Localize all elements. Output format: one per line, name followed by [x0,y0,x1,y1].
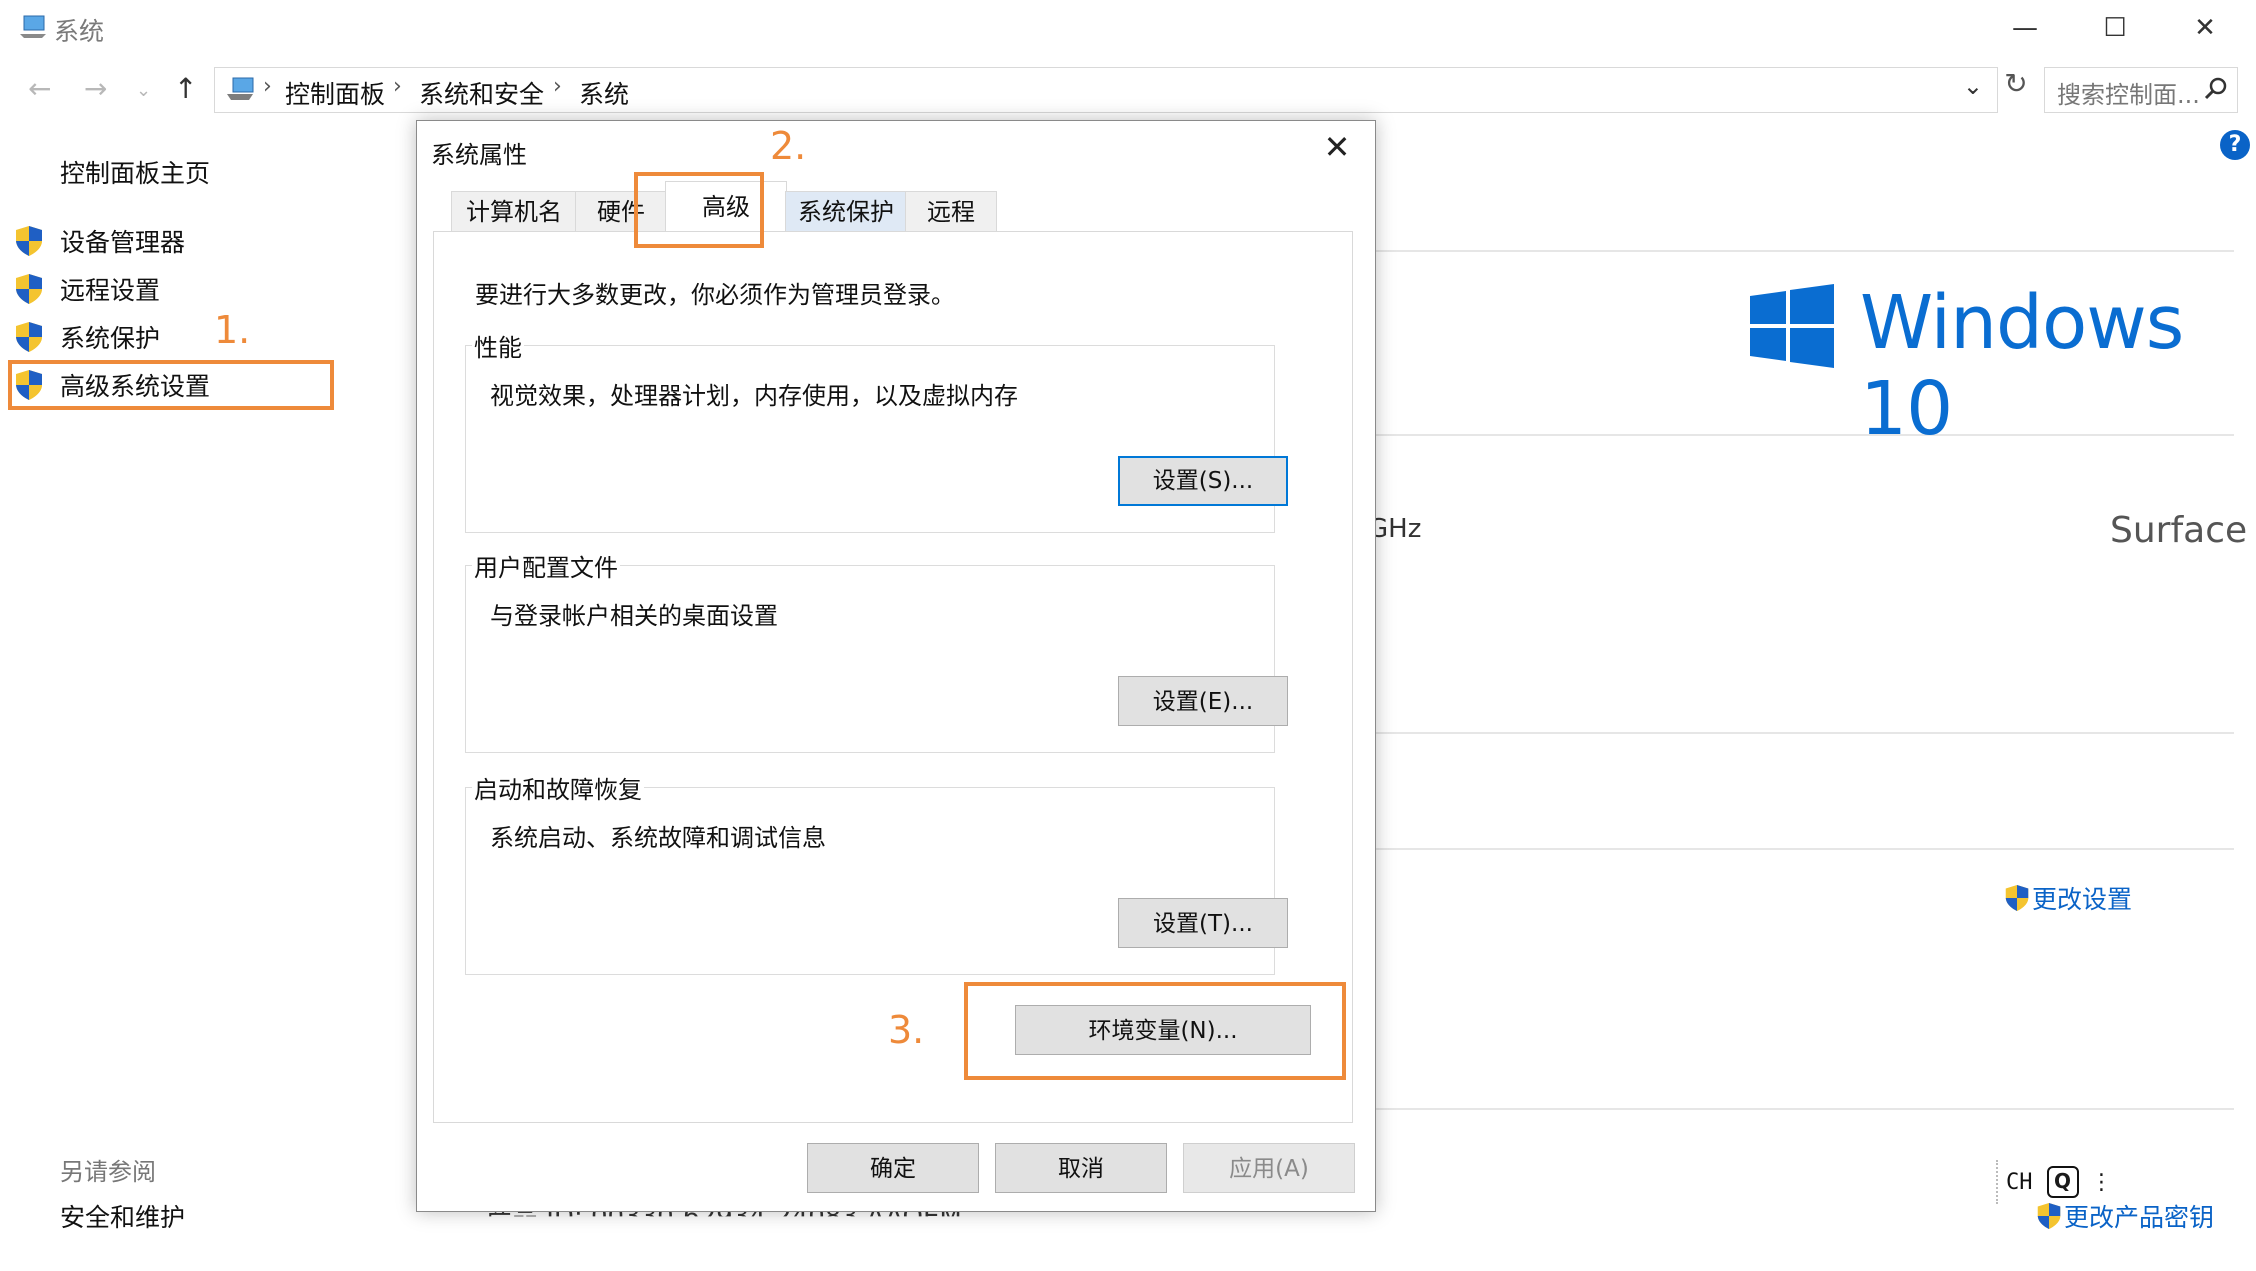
dialog-title: 系统属性 [431,141,527,169]
ime-language-indicator[interactable]: CH [2006,1170,2033,1195]
uac-shield-icon [2037,1203,2061,1229]
ime-options-icon[interactable]: ⋮ [2091,1170,2113,1195]
user-profiles-title: 用户配置文件 [472,548,620,583]
user-profiles-group: 用户配置文件 与登录帐户相关的桌面设置 设置(E)... [465,548,1288,753]
performance-settings-button[interactable]: 设置(S)... [1118,456,1288,506]
section-divider [1372,250,2234,252]
user-profiles-desc: 与登录帐户相关的桌面设置 [490,602,778,630]
user-profiles-settings-button[interactable]: 设置(E)... [1118,676,1288,726]
help-icon[interactable]: ? [2220,130,2250,160]
annotation-step1-label: 1. [214,308,251,352]
tab-strip: 计算机名 硬件 高级 系统保护 远程 [433,181,1359,233]
section-divider [1372,1108,2234,1110]
startup-recovery-settings-button[interactable]: 设置(T)... [1118,898,1288,948]
ok-button[interactable]: 确定 [807,1143,979,1193]
tab-system-protection[interactable]: 系统保护 [785,191,907,231]
title-bar: 系统 — ☐ ✕ [0,0,2256,58]
minimize-button[interactable]: — [1992,8,2058,48]
window-title: 系统 [54,17,105,46]
performance-group: 性能 视觉效果，处理器计划，内存使用，以及虚拟内存 设置(S)... [465,328,1288,533]
breadcrumb-system-security[interactable]: 系统和安全 [419,75,544,111]
sidebar-item-label: 系统保护 [60,324,161,353]
startup-recovery-desc: 系统启动、系统故障和调试信息 [490,824,826,852]
sidebar-item-label: 设备管理器 [60,228,186,257]
change-settings-label: 更改设置 [2032,885,2133,914]
up-arrow-icon[interactable]: ↑ [174,72,197,105]
breadcrumb-separator-icon: › [553,74,562,99]
performance-desc: 视觉效果，处理器计划，内存使用，以及虚拟内存 [490,382,1018,410]
address-dropdown-icon[interactable]: ⌄ [1963,72,1983,100]
uac-shield-icon [2005,885,2029,911]
sidebar-item-label: 远程设置 [60,276,161,305]
breadcrumb-separator-icon: › [393,74,402,99]
tab-computer-name[interactable]: 计算机名 [451,191,577,231]
search-icon[interactable] [2203,76,2229,102]
cancel-button[interactable]: 取消 [995,1143,1167,1193]
security-maintenance-link[interactable]: 安全和维护 [60,1198,185,1234]
section-divider [1372,848,2234,850]
performance-title: 性能 [472,328,524,363]
processor-speed-fragment: GHz [1368,514,1422,544]
windows10-brand: Windows 10 [1860,280,2184,452]
control-panel-icon [227,77,254,100]
system-icon [20,15,46,38]
sidebar-item-remote-settings[interactable]: 远程设置 [14,272,160,306]
control-panel-home-link[interactable]: 控制面板主页 [60,154,210,190]
breadcrumb-control-panel[interactable]: 控制面板 [285,75,385,111]
sidebar-item-system-protection[interactable]: 系统保护 [14,320,160,354]
forward-arrow-icon[interactable]: → [84,72,107,105]
annotation-step2-label: 2. [770,124,807,168]
search-input[interactable]: 搜索控制面... [2044,67,2238,113]
surface-logo: Surface [2110,510,2248,551]
annotation-highlight-step3 [964,982,1346,1080]
breadcrumb-separator-icon: › [263,74,272,99]
change-product-key-label: 更改产品密钥 [2064,1203,2215,1232]
change-settings-link[interactable]: 更改设置 [2004,880,2132,916]
address-bar[interactable]: › 控制面板 › 系统和安全 › 系统 ⌄ [214,67,1998,113]
uac-shield-icon [16,322,42,352]
uac-shield-icon [16,274,42,304]
search-placeholder: 搜索控制面... [2057,81,2200,109]
maximize-button[interactable]: ☐ [2082,8,2148,48]
dialog-close-icon[interactable]: ✕ [1317,127,1357,167]
ime-mode-icon[interactable]: Q [2046,1166,2079,1198]
apply-button[interactable]: 应用(A) [1183,1143,1355,1193]
close-window-button[interactable]: ✕ [2172,8,2238,48]
change-product-key-link[interactable]: 更改产品密钥 [2036,1198,2214,1234]
admin-note: 要进行大多数更改，你必须作为管理员登录。 [475,281,955,309]
recent-dropdown-icon[interactable]: ⌄ [136,80,151,101]
refresh-icon[interactable]: ↻ [2002,67,2030,111]
breadcrumb-system[interactable]: 系统 [579,75,629,111]
tab-remote[interactable]: 远程 [905,191,997,231]
uac-shield-icon [16,226,42,256]
annotation-highlight-step2 [634,172,764,248]
windows-logo-icon [1750,284,1834,368]
annotation-highlight-step1 [8,360,334,410]
annotation-step3-label: 3. [888,1008,925,1052]
startup-recovery-group: 启动和故障恢复 系统启动、系统故障和调试信息 设置(T)... [465,770,1288,975]
back-arrow-icon[interactable]: ← [28,72,51,105]
sidebar-item-device-manager[interactable]: 设备管理器 [14,224,185,258]
section-divider [1372,732,2234,734]
see-also-heading: 另请参阅 [60,1158,156,1186]
startup-recovery-title: 启动和故障恢复 [472,770,644,805]
